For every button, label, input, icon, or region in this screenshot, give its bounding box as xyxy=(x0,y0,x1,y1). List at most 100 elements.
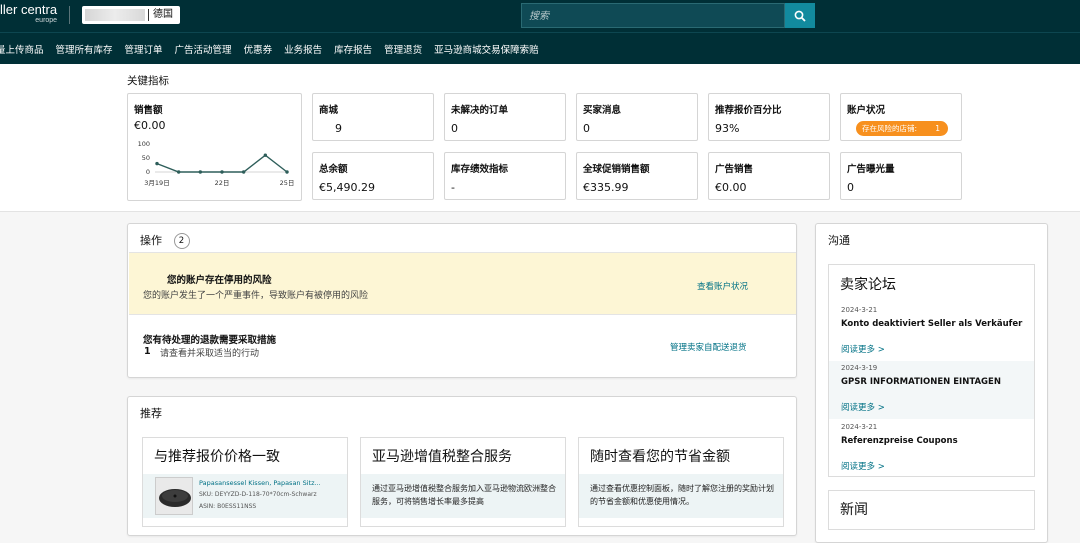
action-title: 您有待处理的退款需要采取措施 xyxy=(143,335,277,346)
nav-item-inventory-reports[interactable]: 库存报告 xyxy=(334,42,372,56)
nav-item-bulk-upload[interactable]: 量上传商品 xyxy=(0,42,44,56)
recommendations-panel: 推荐 与推荐报价价格一致 Papasansessel Kissen, Papas… xyxy=(127,396,797,536)
metric-label: 总余额 xyxy=(319,164,348,175)
metric-value: 0 xyxy=(847,181,854,194)
marketplace-label: 德国 xyxy=(153,9,173,20)
sales-data-point xyxy=(198,170,203,174)
post-date: 2024-3-21 xyxy=(841,423,878,431)
metric-label: 广告销售 xyxy=(715,164,754,175)
metric-label: 账户状况 xyxy=(847,105,886,116)
product-name[interactable]: Papasansessel Kissen, Papasan Sitz... xyxy=(199,479,321,487)
search-button[interactable] xyxy=(785,3,815,28)
rec-card-savings[interactable]: 随时查看您的节省金额 通过查看优惠控制面板，随时了解您注册的奖励计划的节省金额和… xyxy=(578,437,784,527)
metric-card-inventory-performance[interactable]: 库存绩效指标 - xyxy=(444,152,566,200)
communication-panel: 沟通 卖家论坛 2024-3-21 Konto deaktiviert Sell… xyxy=(815,223,1048,543)
post-title[interactable]: GPSR INFORMATIONEN EINTAGEN xyxy=(841,377,1001,387)
search-input[interactable] xyxy=(522,5,784,28)
metric-value: 9 xyxy=(335,122,342,135)
metric-label: 推荐报价百分比 xyxy=(715,105,782,116)
marketplace-selector[interactable]: 德国 xyxy=(82,6,180,24)
nav-item-business-reports[interactable]: 业务报告 xyxy=(284,42,322,56)
metric-value: €5,490.29 xyxy=(319,181,375,194)
header-divider xyxy=(69,6,70,24)
actions-count-badge: 2 xyxy=(173,233,190,249)
product-sku: SKU: DEYYZD-D-118-70*70cm-Schwarz xyxy=(199,491,317,498)
sales-data-point xyxy=(263,153,268,157)
metric-label: 广告曝光量 xyxy=(847,164,895,175)
forum-post[interactable]: 2024-3-21 Referenzpreise Coupons 阅读更多 > xyxy=(829,420,1034,478)
status-pill-text: 存在风险的店铺: xyxy=(862,124,918,133)
marketplace-divider xyxy=(148,9,149,21)
metric-card-buyer-messages[interactable]: 买家消息 0 xyxy=(576,93,698,141)
product-asin: ASIN: B0ESS11NSS xyxy=(199,503,257,510)
cushion-image xyxy=(156,478,192,514)
nav-item-campaign-manager[interactable]: 广告活动管理 xyxy=(175,42,232,56)
metric-card-ad-impressions[interactable]: 广告曝光量 0 xyxy=(840,152,962,200)
y-tick-label: 0 xyxy=(146,168,150,176)
main-nav: 量上传商品 管理所有库存 管理订单 广告活动管理 优惠券 业务报告 库存报告 管… xyxy=(0,32,1080,64)
store-name-redacted xyxy=(85,9,145,21)
sales-series-line xyxy=(156,154,288,173)
top-header: ller centra europe 德国 xyxy=(0,0,1080,32)
read-more-link[interactable]: 阅读更多 > xyxy=(841,460,885,472)
news-title[interactable]: 新闻 xyxy=(840,499,868,519)
rec-card-price-match[interactable]: 与推荐报价价格一致 Papasansessel Kissen, Papasan … xyxy=(142,437,348,527)
brand-logo[interactable]: ller centra europe xyxy=(0,3,57,25)
read-more-link[interactable]: 阅读更多 > xyxy=(841,343,885,355)
post-date: 2024-3-21 xyxy=(841,306,878,314)
sales-card[interactable]: 销售额 €0.00 100 50 0 3月19日 22日 25日 xyxy=(127,93,302,201)
sales-data-point xyxy=(176,170,181,174)
forum-post[interactable]: 2024-3-21 Konto deaktiviert Seller als V… xyxy=(829,303,1034,361)
metric-card-account-health[interactable]: 账户状况 存在风险的店铺: 1 xyxy=(840,93,962,141)
rec-card-vat-service[interactable]: 亚马逊增值税整合服务 通过亚马逊增值税整合服务加入亚马逊物流欧洲整合服务，可将销… xyxy=(360,437,566,527)
metric-label: 库存绩效指标 xyxy=(451,164,509,175)
rec-card-text: 通过亚马逊增值税整合服务加入亚马逊物流欧洲整合服务，可将销售增长率最多提高 xyxy=(372,484,556,506)
x-tick-label: 3月19日 xyxy=(144,179,169,187)
action-description: 您的账户发生了一个严重事件，导致账户有被停用的风险 xyxy=(143,291,369,301)
action-description: 请查看并采取适当的行动 xyxy=(160,349,260,359)
sales-data-point xyxy=(220,170,224,174)
product-thumbnail xyxy=(155,477,193,515)
nav-item-manage-returns[interactable]: 管理退货 xyxy=(384,42,422,56)
manage-returns-link[interactable]: 管理卖家自配送退货 xyxy=(670,341,747,353)
account-status-badge[interactable]: 存在风险的店铺: 1 xyxy=(856,121,948,136)
metric-label: 未解决的订单 xyxy=(451,105,509,116)
metric-label: 商城 xyxy=(319,105,339,116)
nav-item-coupons[interactable]: 优惠券 xyxy=(244,42,273,56)
metric-value: 0 xyxy=(583,122,590,135)
rec-card-title: 随时查看您的节省金额 xyxy=(590,449,730,465)
metric-card-open-orders[interactable]: 未解决的订单 0 xyxy=(444,93,566,141)
metric-card-global-promotions[interactable]: 全球促销销售额 €335.99 xyxy=(576,152,698,200)
actions-panel: 操作 2 您的账户存在停用的风险 您的账户发生了一个严重事件，导致账户有被停用的… xyxy=(127,223,797,378)
status-pill-count: 1 xyxy=(935,124,940,133)
view-account-health-link[interactable]: 查看账户状况 xyxy=(697,280,748,292)
action-item-account-risk: 您的账户存在停用的风险 您的账户发生了一个严重事件，导致账户有被停用的风险 查看… xyxy=(129,252,796,315)
metric-card-total-balance[interactable]: 总余额 €5,490.29 xyxy=(312,152,434,200)
sales-value: €0.00 xyxy=(134,119,166,132)
recommendations-title: 推荐 xyxy=(140,407,162,420)
post-date: 2024-3-19 xyxy=(841,364,878,372)
action-count: 1 xyxy=(144,346,151,357)
rec-product[interactable]: Papasansessel Kissen, Papasan Sitz... SK… xyxy=(143,474,347,518)
post-title[interactable]: Konto deaktiviert Seller als Verkäufer xyxy=(841,319,1022,329)
nav-item-manage-inventory[interactable]: 管理所有库存 xyxy=(56,42,113,56)
metric-label: 全球促销销售额 xyxy=(583,164,650,175)
read-more-link[interactable]: 阅读更多 > xyxy=(841,401,885,413)
post-title[interactable]: Referenzpreise Coupons xyxy=(841,436,958,446)
y-tick-label: 50 xyxy=(142,154,150,162)
forum-title[interactable]: 卖家论坛 xyxy=(840,274,896,294)
metric-card-featured-offer[interactable]: 推荐报价百分比 93% xyxy=(708,93,830,141)
sales-data-point xyxy=(241,170,246,174)
forum-post[interactable]: 2024-3-19 GPSR INFORMATIONEN EINTAGEN 阅读… xyxy=(829,361,1034,419)
metric-value: - xyxy=(451,181,455,194)
key-metrics-title: 关键指标 xyxy=(127,75,169,87)
y-tick-label: 100 xyxy=(138,140,150,148)
sales-line-chart: 100 50 0 3月19日 22日 25日 xyxy=(138,140,295,187)
metric-card-ad-sales[interactable]: 广告销售 €0.00 xyxy=(708,152,830,200)
action-title: 您的账户存在停用的风险 xyxy=(167,275,272,286)
nav-item-a-to-z-claims[interactable]: 亚马逊商城交易保障索赔 xyxy=(434,42,539,56)
nav-item-manage-orders[interactable]: 管理订单 xyxy=(125,42,163,56)
metric-card-mall[interactable]: 商城 9 xyxy=(312,93,434,141)
sales-data-point xyxy=(155,161,159,166)
search-icon xyxy=(794,10,806,22)
